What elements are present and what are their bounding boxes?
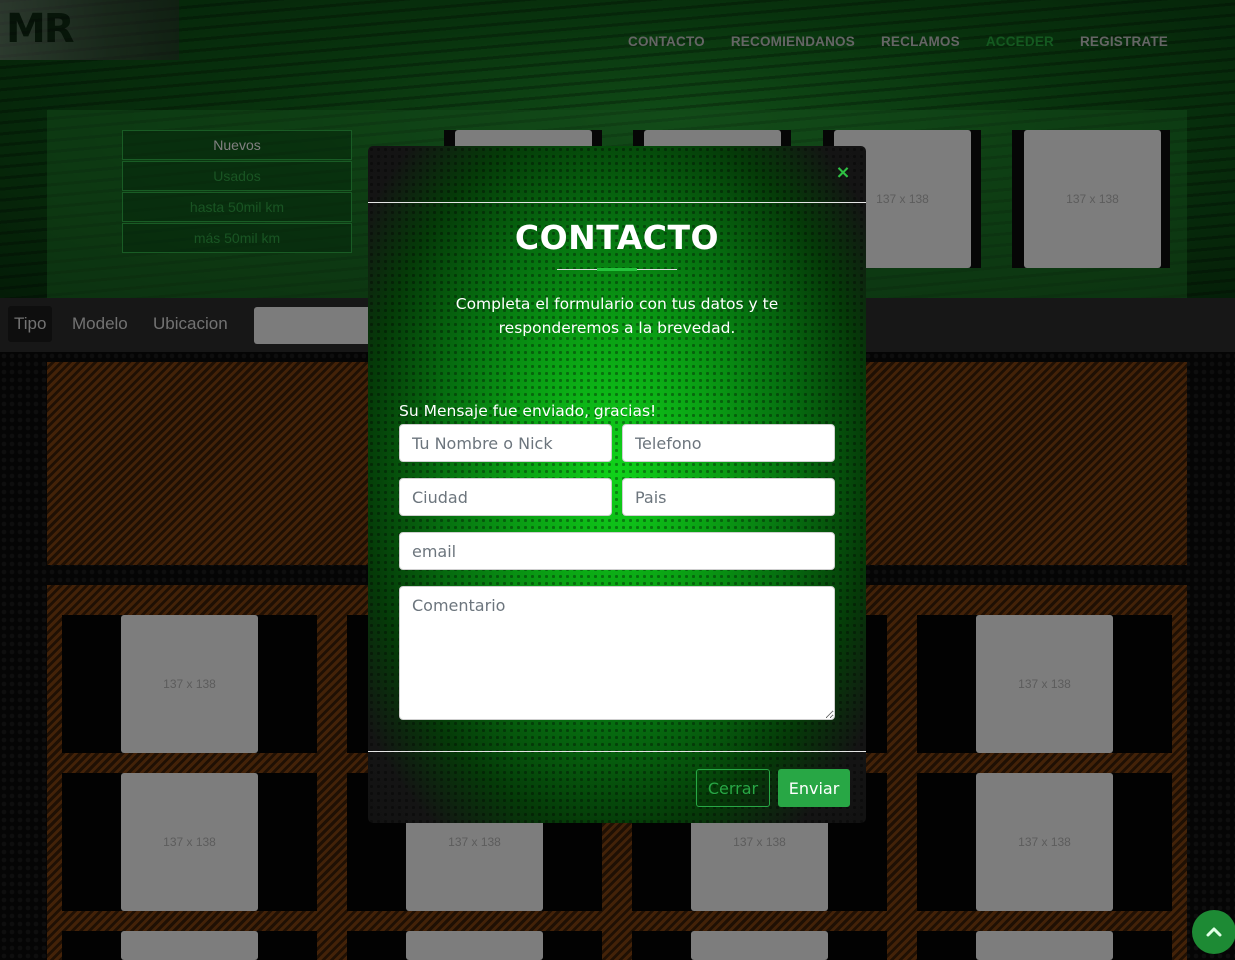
phone-field[interactable] (622, 424, 835, 462)
modal-footer-divider (368, 751, 866, 752)
scroll-to-top-button[interactable] (1192, 910, 1235, 954)
close-icon[interactable]: × (834, 164, 852, 182)
comment-field[interactable] (399, 586, 835, 720)
modal-header-divider (368, 202, 866, 203)
title-divider-accent (597, 268, 637, 271)
country-field[interactable] (622, 478, 835, 516)
contact-modal: × CONTACTO Completa el formulario con tu… (368, 146, 866, 823)
email-field[interactable] (399, 532, 835, 570)
success-message: Su Mensaje fue enviado, gracias! (399, 402, 657, 420)
name-field[interactable] (399, 424, 612, 462)
cancel-button[interactable]: Cerrar (696, 769, 770, 807)
send-button[interactable]: Enviar (778, 769, 850, 807)
modal-description: Completa el formulario con tus datos y t… (455, 295, 779, 337)
modal-title: CONTACTO (514, 218, 720, 257)
city-field[interactable] (399, 478, 612, 516)
chevron-up-icon (1206, 927, 1222, 937)
